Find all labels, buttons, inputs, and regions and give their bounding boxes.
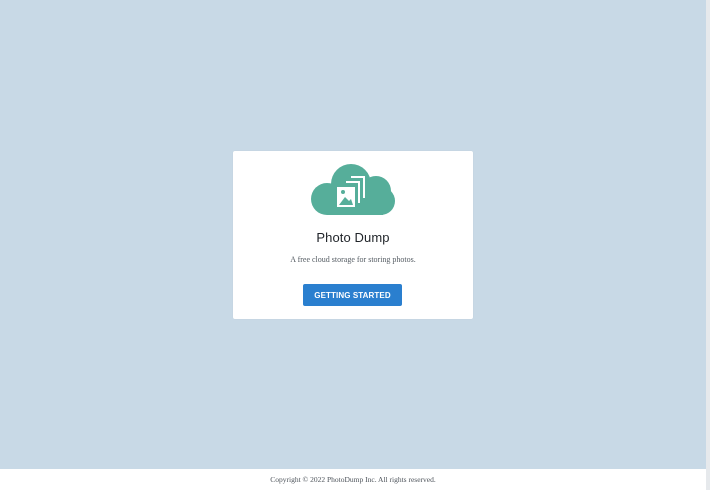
cloud-photos-icon [311, 164, 395, 215]
page-background: Photo Dump A free cloud storage for stor… [0, 0, 706, 469]
window-edge [706, 0, 710, 490]
getting-started-button[interactable]: GETTING STARTED [303, 284, 402, 306]
copyright-text: Copyright © 2022 PhotoDump Inc. All righ… [270, 475, 436, 484]
welcome-card: Photo Dump A free cloud storage for stor… [233, 151, 473, 319]
footer: Copyright © 2022 PhotoDump Inc. All righ… [0, 469, 706, 490]
page: Photo Dump A free cloud storage for stor… [0, 0, 710, 490]
app-title: Photo Dump [316, 230, 390, 245]
app-tagline: A free cloud storage for storing photos. [290, 255, 416, 264]
